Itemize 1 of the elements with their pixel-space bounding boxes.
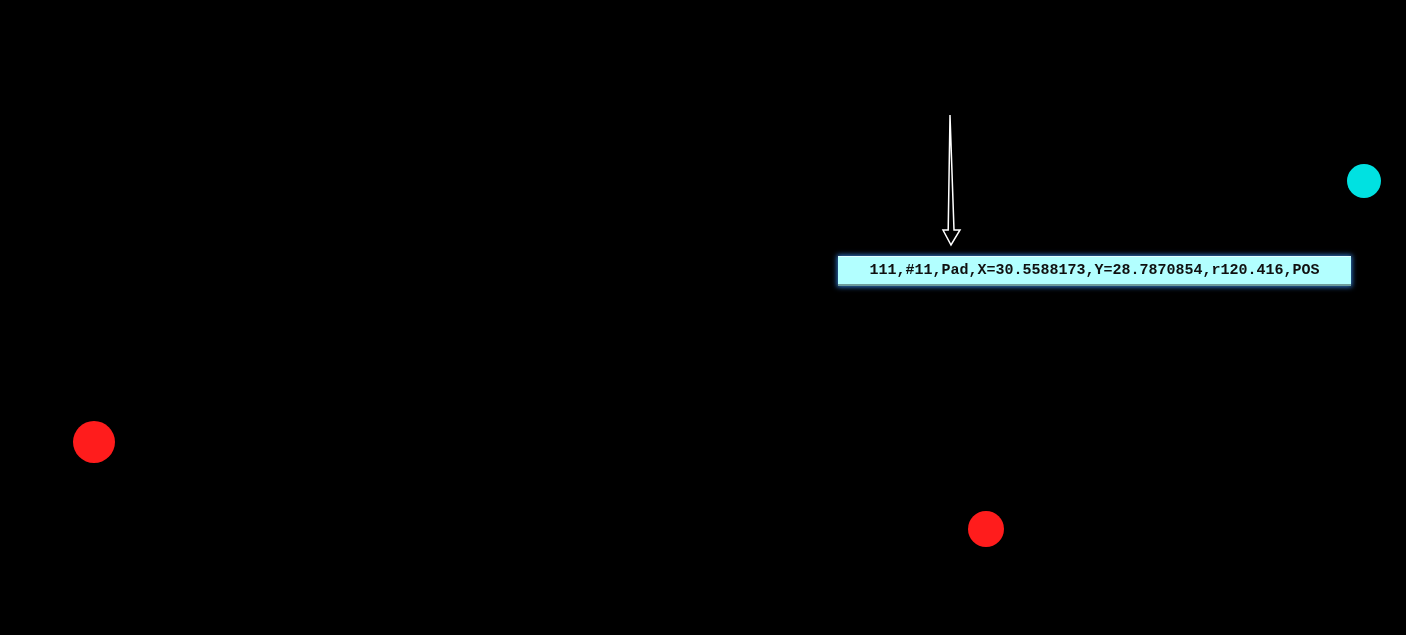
coordinate-label: 111,#11,Pad,X=30.5588173,Y=28.7870854,r120.416,POS [838,256,1351,286]
